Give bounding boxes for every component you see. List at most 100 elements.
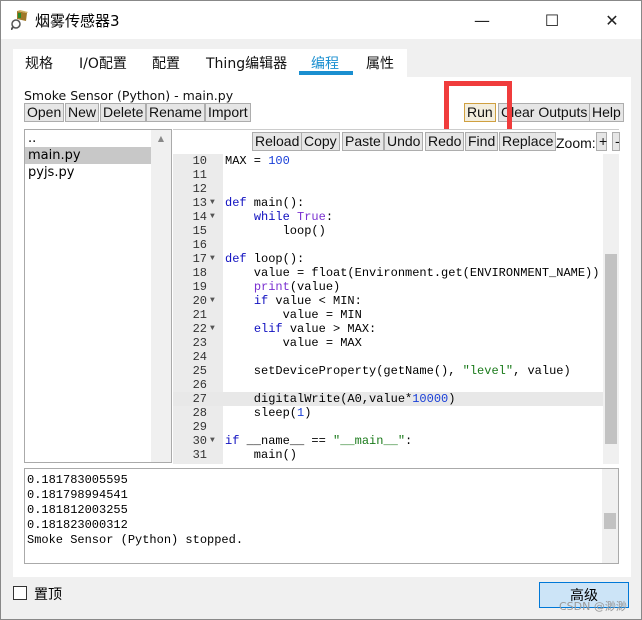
code-line[interactable]: 10 MAX = 100 <box>173 154 603 168</box>
always-on-top-label: 置顶 <box>34 587 62 603</box>
output-console[interactable]: 0.181783005595 0.181798994541 0.18181200… <box>24 468 619 564</box>
fold-arrow-icon[interactable]: ▼ <box>210 294 215 308</box>
code-line[interactable]: 12 <box>173 182 603 196</box>
code-text: value = float(Environment.get(ENVIRONMEN… <box>225 266 600 280</box>
code-text: main() <box>225 448 298 462</box>
code-line[interactable]: 22 ▼ elif value > MAX: <box>173 322 603 336</box>
new-button[interactable]: New <box>65 103 100 122</box>
code-line[interactable]: 25 setDeviceProperty(getName(), "level",… <box>173 364 603 378</box>
paste-button[interactable]: Paste <box>342 132 384 151</box>
code-text: def loop(): <box>225 252 305 266</box>
code-text: loop() <box>225 224 326 238</box>
code-line[interactable]: 20 ▼ if value < MIN: <box>173 294 603 308</box>
undo-button[interactable]: Undo <box>384 132 424 151</box>
redo-button[interactable]: Redo <box>425 132 465 151</box>
code-line[interactable]: 16 <box>173 238 603 252</box>
code-line[interactable]: 29 <box>173 420 603 434</box>
file-label: Smoke Sensor (Python) - main.py <box>24 88 234 103</box>
zoom-in-button[interactable]: + <box>596 132 607 151</box>
output-line: 0.181798994541 <box>27 488 128 502</box>
code-line[interactable]: 19 print(value) <box>173 280 603 294</box>
code-line[interactable]: 17 ▼ def loop(): <box>173 252 603 266</box>
line-number: 12 <box>192 182 207 196</box>
output-scrollbar[interactable] <box>602 469 618 563</box>
code-line[interactable]: 13 ▼ def main(): <box>173 196 603 210</box>
fold-arrow-icon[interactable]: ▼ <box>210 434 215 448</box>
line-number: 20 <box>192 294 207 308</box>
fold-arrow-icon[interactable]: ▼ <box>210 210 215 224</box>
tab-spec[interactable]: 规格 <box>25 53 53 73</box>
close-button[interactable]: ✕ <box>589 1 635 39</box>
copy-button[interactable]: Copy <box>301 132 340 151</box>
code-line[interactable]: 21 value = MIN <box>173 308 603 322</box>
code-line[interactable]: 18 value = float(Environment.get(ENVIRON… <box>173 266 603 280</box>
code-text: value = MIN <box>225 308 362 322</box>
tab-attributes[interactable]: 属性 <box>366 53 394 73</box>
import-button[interactable]: Import <box>205 103 251 122</box>
code-text: print(value) <box>253 280 341 294</box>
code-line[interactable]: 23 value = MAX <box>173 336 603 350</box>
zoom-label: Zoom: <box>556 135 596 151</box>
tab-thing-editor[interactable]: Thing编辑器 <box>206 53 287 73</box>
code-line[interactable]: 11 <box>173 168 603 182</box>
code-text: while True: <box>253 210 334 224</box>
fold-arrow-icon[interactable]: ▼ <box>210 322 215 336</box>
maximize-button[interactable]: ☐ <box>529 1 575 39</box>
code-text: def main(): <box>225 196 305 210</box>
code-text: if value < MIN: <box>253 294 362 308</box>
app-icon <box>11 10 28 30</box>
help-button[interactable]: Help <box>589 103 624 122</box>
zoom-out-button[interactable]: - <box>612 132 620 151</box>
file-item-parent[interactable]: .. <box>25 130 151 147</box>
line-number: 21 <box>192 308 207 322</box>
line-number: 15 <box>192 224 207 238</box>
code-area[interactable]: 10 MAX = 100 11 12 13 ▼ def main(): 14 ▼ while T… <box>173 154 603 464</box>
code-line[interactable]: 26 <box>173 378 603 392</box>
fold-arrow-icon[interactable]: ▼ <box>210 196 215 210</box>
code-line[interactable]: 31 main() <box>173 448 603 462</box>
editor-scrollbar-thumb[interactable] <box>605 254 617 444</box>
tab-io-config[interactable]: I/O配置 <box>79 53 127 73</box>
code-line[interactable]: 14 ▼ while True: <box>173 210 603 224</box>
file-list-scrollbar[interactable]: ▲ <box>151 130 171 462</box>
code-text: sleep(1) <box>225 406 312 420</box>
code-editor[interactable]: Reload Copy Paste Undo Redo Find Replace… <box>173 129 620 464</box>
line-number: 27 <box>192 392 207 406</box>
tab-programming[interactable]: 编程 <box>311 53 339 73</box>
code-text: if __name__ == "__main__": <box>225 434 413 448</box>
line-number: 28 <box>192 406 207 420</box>
line-number: 22 <box>192 322 207 336</box>
scroll-up-icon[interactable]: ▲ <box>151 134 171 143</box>
file-list[interactable]: .. main.py pyjs.py ▲ <box>24 129 172 463</box>
output-line: 0.181823000312 <box>27 518 128 532</box>
file-item-pyjs[interactable]: pyjs.py <box>25 164 151 181</box>
line-number: 24 <box>192 350 207 364</box>
code-line[interactable]: 15 loop() <box>173 224 603 238</box>
fold-arrow-icon[interactable]: ▼ <box>210 252 215 266</box>
tab-config[interactable]: 配置 <box>152 53 180 73</box>
open-button[interactable]: Open <box>24 103 65 122</box>
reload-button[interactable]: Reload <box>252 132 303 151</box>
code-line[interactable]: 24 <box>173 350 603 364</box>
always-on-top-checkbox[interactable] <box>13 586 27 600</box>
code-line[interactable]: 28 sleep(1) <box>173 406 603 420</box>
editor-scrollbar[interactable] <box>603 154 619 464</box>
delete-button[interactable]: Delete <box>100 103 147 122</box>
file-item-main[interactable]: main.py <box>25 147 151 164</box>
line-number: 25 <box>192 364 207 378</box>
minimize-button[interactable]: — <box>459 1 505 39</box>
watermark: CSDN @渺渺 <box>559 600 627 613</box>
line-number: 16 <box>192 238 207 252</box>
line-number: 23 <box>192 336 207 350</box>
line-number: 17 <box>192 252 207 266</box>
code-text: digitalWrite(A0,value*10000) <box>225 392 456 406</box>
code-line[interactable]: 27 digitalWrite(A0,value*10000) <box>173 392 603 406</box>
rename-button[interactable]: Rename <box>146 103 205 122</box>
line-number: 26 <box>192 378 207 392</box>
code-text: setDeviceProperty(getName(), "level", va… <box>225 364 571 378</box>
replace-button[interactable]: Replace <box>499 132 557 151</box>
code-line[interactable]: 30 ▼ if __name__ == "__main__": <box>173 434 603 448</box>
output-scrollbar-thumb[interactable] <box>604 513 616 529</box>
active-tab-indicator <box>299 71 353 75</box>
find-button[interactable]: Find <box>465 132 499 151</box>
